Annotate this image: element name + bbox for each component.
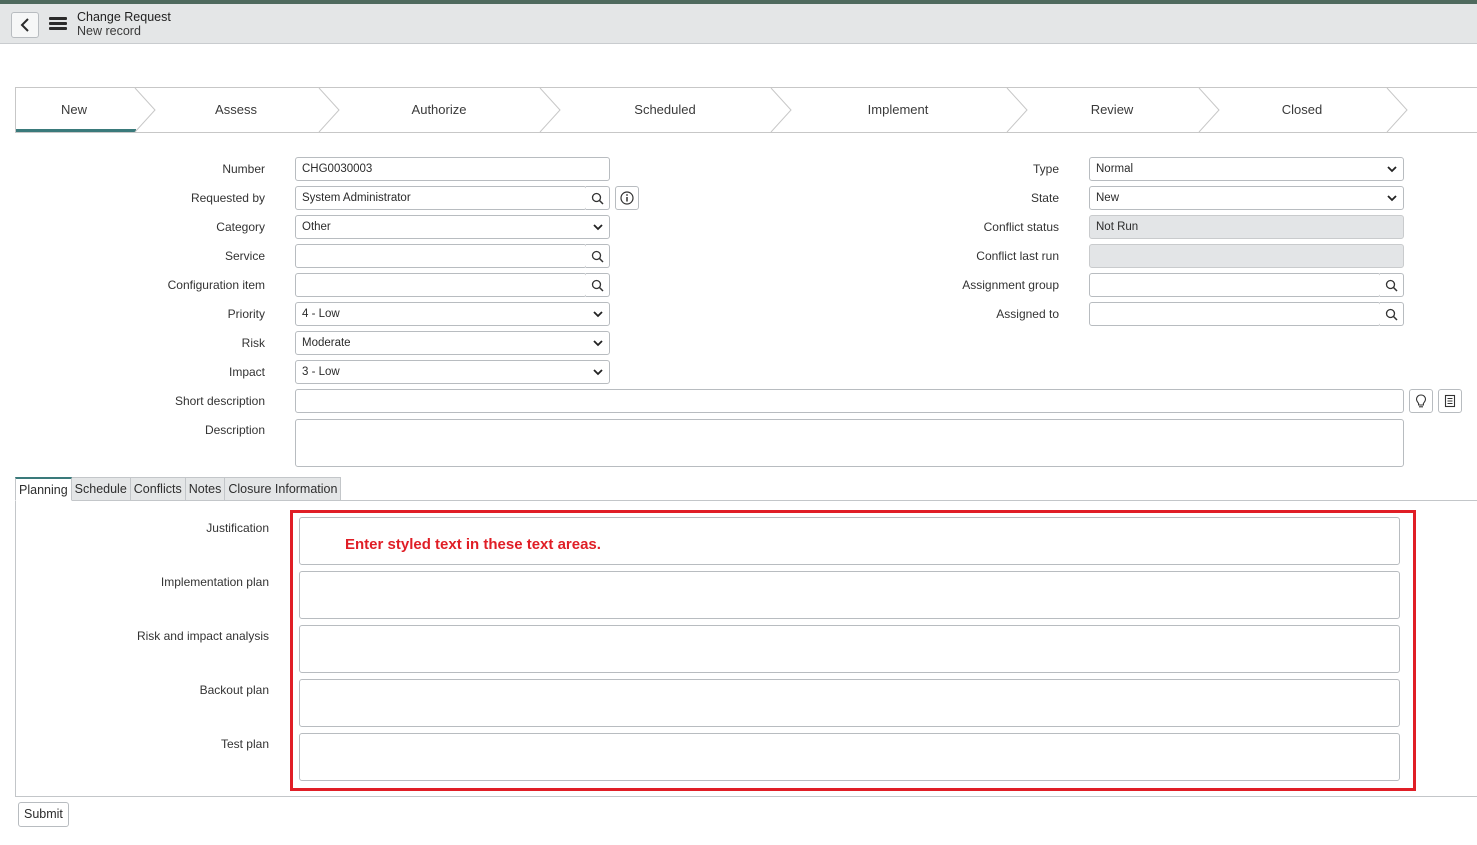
tab-schedule[interactable]: Schedule: [71, 477, 131, 501]
type-select-value: Normal: [1096, 163, 1134, 175]
state-label: State: [1030, 191, 1059, 205]
assignment-group-lookup-button[interactable]: [1380, 273, 1404, 297]
stage-authorize: Authorize: [411, 102, 467, 117]
short-description-field[interactable]: [295, 389, 1404, 413]
description-textarea[interactable]: [295, 419, 1404, 467]
assignment-group-label: Assignment group: [962, 278, 1059, 292]
search-icon: [1385, 308, 1398, 321]
conflict-status-label: Conflict status: [983, 220, 1059, 234]
search-icon: [591, 250, 604, 263]
type-select[interactable]: Normal: [1089, 157, 1404, 181]
conflict-status-field: Not Run: [1089, 215, 1404, 239]
stage-separator: [1386, 88, 1408, 132]
stage-implement: Implement: [867, 102, 929, 117]
number-label: Number: [222, 162, 265, 176]
search-icon: [591, 192, 604, 205]
test-plan-textarea[interactable]: [299, 733, 1400, 781]
assigned-to-field[interactable]: [1089, 302, 1381, 326]
backout-plan-label: Backout plan: [199, 683, 269, 697]
stage-separator: [1198, 88, 1220, 132]
page-subtitle: New record: [77, 24, 141, 38]
stage-separator: [770, 88, 792, 132]
service-lookup-button[interactable]: [586, 244, 610, 268]
service-field[interactable]: [295, 244, 587, 268]
assignment-group-field[interactable]: [1089, 273, 1381, 297]
annotation-callout-text: Enter styled text in these text areas.: [345, 536, 601, 553]
page-title: Change Request: [77, 10, 171, 24]
stage-scheduled: Scheduled: [634, 102, 696, 117]
risk-select-value: Moderate: [302, 337, 351, 349]
risk-label: Risk: [241, 336, 265, 350]
chevron-down-icon: [1387, 166, 1397, 173]
justification-label: Justification: [206, 521, 269, 535]
suggestion-button[interactable]: [1409, 389, 1433, 413]
impact-label: Impact: [228, 365, 265, 379]
configuration-item-lookup-button[interactable]: [586, 273, 610, 297]
tab-closure-information[interactable]: Closure Information: [225, 477, 342, 501]
stage-assess: Assess: [215, 102, 257, 117]
backout-plan-textarea[interactable]: [299, 679, 1400, 727]
template-button[interactable]: [1438, 389, 1462, 413]
category-select[interactable]: Other: [295, 215, 610, 239]
stage-separator: [134, 88, 156, 132]
stage-separator: [318, 88, 340, 132]
number-field[interactable]: CHG0030003: [295, 157, 610, 181]
test-plan-label: Test plan: [220, 737, 269, 751]
chevron-down-icon: [1387, 195, 1397, 202]
tab-conflicts[interactable]: Conflicts: [130, 477, 186, 501]
description-label: Description: [204, 423, 265, 437]
stage-review: Review: [1090, 102, 1134, 117]
assigned-to-label: Assigned to: [996, 307, 1059, 321]
requested-by-lookup-button[interactable]: [586, 186, 610, 210]
priority-select-value: 4 - Low: [302, 308, 340, 320]
risk-impact-analysis-label: Risk and impact analysis: [136, 629, 269, 643]
stage-separator: [1006, 88, 1028, 132]
impact-select-value: 3 - Low: [302, 366, 340, 378]
short-description-label: Short description: [174, 394, 265, 408]
chevron-left-icon: [20, 18, 29, 32]
process-flow-stages: New Assess Authorize Scheduled Implement…: [15, 87, 1477, 133]
state-select-value: New: [1096, 192, 1120, 204]
hamburger-menu-icon[interactable]: [49, 17, 67, 31]
section-tabs: Planning Schedule Conflicts Notes Closur…: [15, 477, 342, 501]
chevron-down-icon: [593, 340, 603, 347]
implementation-plan-textarea[interactable]: [299, 571, 1400, 619]
stage-closed: Closed: [1281, 102, 1323, 117]
conflict-last-run-field: [1089, 244, 1404, 268]
type-label: Type: [1032, 162, 1059, 176]
assigned-to-lookup-button[interactable]: [1380, 302, 1404, 326]
category-select-value: Other: [302, 221, 331, 233]
tab-notes[interactable]: Notes: [185, 477, 226, 501]
configuration-item-label: Configuration item: [167, 278, 265, 292]
priority-label: Priority: [227, 307, 265, 321]
category-label: Category: [216, 220, 265, 234]
requested-by-field[interactable]: System Administrator: [295, 186, 587, 210]
service-label: Service: [224, 249, 265, 263]
requested-by-info-button[interactable]: [615, 186, 639, 210]
form-header: Change Request New record: [0, 4, 1477, 44]
lightbulb-icon: [1415, 393, 1427, 407]
risk-impact-analysis-textarea[interactable]: [299, 625, 1400, 673]
requested-by-label: Requested by: [190, 191, 265, 205]
impact-select[interactable]: 3 - Low: [295, 360, 610, 384]
chevron-down-icon: [593, 369, 603, 376]
chevron-down-icon: [593, 224, 603, 231]
conflict-last-run-label: Conflict last run: [976, 249, 1059, 263]
tab-planning[interactable]: Planning: [15, 477, 72, 501]
search-icon: [1385, 279, 1398, 292]
document-list-icon: [1444, 394, 1456, 408]
configuration-item-field[interactable]: [295, 273, 587, 297]
risk-select[interactable]: Moderate: [295, 331, 610, 355]
chevron-down-icon: [593, 311, 603, 318]
stage-new: New: [60, 102, 88, 117]
implementation-plan-label: Implementation plan: [160, 575, 269, 589]
submit-button[interactable]: Submit: [18, 802, 69, 827]
info-icon: [620, 191, 634, 205]
back-button[interactable]: [11, 12, 39, 38]
search-icon: [591, 279, 604, 292]
priority-select[interactable]: 4 - Low: [295, 302, 610, 326]
stage-separator: [539, 88, 561, 132]
state-select[interactable]: New: [1089, 186, 1404, 210]
